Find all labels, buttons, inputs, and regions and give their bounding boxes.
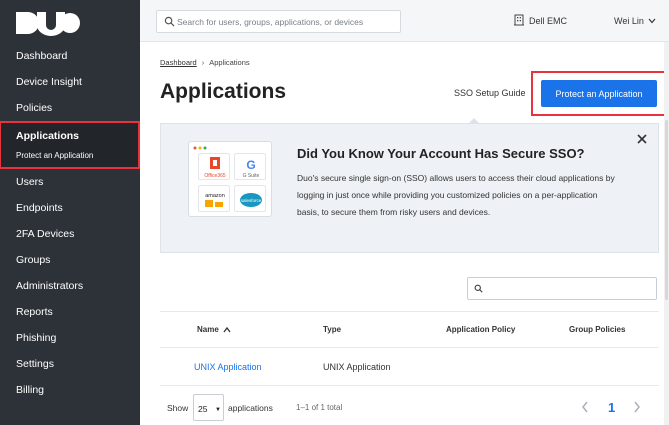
protect-application-button[interactable]: Protect an Application [541, 80, 657, 107]
chevron-right-icon[interactable] [633, 401, 641, 413]
column-header-group-policies[interactable]: Group Policies [569, 325, 625, 334]
table-search-input[interactable] [467, 277, 657, 300]
duo-logo[interactable] [14, 10, 80, 36]
pagination-current-page[interactable]: 1 [608, 400, 615, 415]
breadcrumb-dashboard-link[interactable]: Dashboard [160, 58, 197, 67]
sidebar-item-phishing[interactable]: Phishing [0, 325, 140, 351]
sidebar-item-device-insight[interactable]: Device Insight [0, 69, 140, 95]
svg-text:G Suite: G Suite [243, 173, 260, 179]
window-dots-icon [193, 146, 207, 150]
sidebar-nav: Dashboard Device Insight Policies Applic… [0, 43, 140, 403]
sidebar: Dashboard Device Insight Policies Applic… [0, 0, 140, 425]
amazon-tile: amazon [198, 185, 230, 212]
banner-title: Did You Know Your Account Has Secure SSO… [297, 146, 585, 161]
applications-label: applications [228, 403, 273, 413]
protect-button-highlight: Protect an Application [531, 71, 666, 116]
sidebar-item-administrators[interactable]: Administrators [0, 273, 140, 299]
office365-icon: Office365 [204, 157, 226, 179]
table-divider [160, 385, 659, 386]
caret-down-icon: ▼ [215, 407, 221, 413]
close-icon[interactable] [636, 133, 648, 145]
sidebar-subitem-protect-application[interactable]: Protect an Application [1, 149, 138, 167]
column-header-type[interactable]: Type [323, 325, 341, 334]
table-divider [160, 347, 659, 348]
column-header-application-policy[interactable]: Application Policy [446, 325, 515, 334]
sidebar-item-groups[interactable]: Groups [0, 247, 140, 273]
google-icon: G G Suite [243, 158, 260, 179]
sidebar-item-users[interactable]: Users [0, 169, 140, 195]
application-type: UNIX Application [323, 362, 391, 372]
sidebar-item-billing[interactable]: Billing [0, 377, 140, 403]
sidebar-item-settings[interactable]: Settings [0, 351, 140, 377]
chevron-left-icon[interactable] [581, 401, 589, 413]
table-divider [160, 311, 659, 312]
gsuite-tile: G G Suite [234, 153, 266, 180]
svg-text:amazon: amazon [205, 193, 225, 199]
sidebar-item-2fa-devices[interactable]: 2FA Devices [0, 221, 140, 247]
search-icon [474, 284, 483, 293]
sidebar-item-dashboard[interactable]: Dashboard [0, 43, 140, 69]
svg-text:G: G [246, 158, 255, 172]
breadcrumb-separator-icon: › [201, 58, 205, 67]
sso-setup-guide-link[interactable]: SSO Setup Guide [454, 88, 526, 98]
org-name[interactable]: Dell EMC [529, 16, 567, 26]
banner-description: Duo's secure single sign-on (SSO) allows… [297, 173, 615, 217]
sidebar-group-applications-highlight: Applications Protect an Application [0, 121, 140, 169]
breadcrumb: Dashboard › Applications [160, 58, 250, 67]
sso-illustration: Office365 G G Suite amazon salesforce [188, 141, 272, 217]
sidebar-item-reports[interactable]: Reports [0, 299, 140, 325]
top-bar: Dell EMC Wei Lin [140, 0, 669, 42]
show-label: Show [167, 403, 189, 413]
global-search-input[interactable] [177, 14, 395, 29]
page-size-value: 25 [198, 404, 208, 414]
page-size-select[interactable]: 25 ▼ [193, 394, 224, 421]
sidebar-item-endpoints[interactable]: Endpoints [0, 195, 140, 221]
salesforce-cloud-icon: salesforce [240, 193, 262, 207]
office365-tile: Office365 [198, 153, 230, 180]
building-icon [514, 14, 524, 26]
user-menu[interactable]: Wei Lin [614, 16, 644, 26]
svg-text:Office365: Office365 [204, 173, 226, 179]
search-icon [164, 16, 175, 27]
page-scrollbar-thumb[interactable] [665, 120, 668, 300]
chevron-down-icon[interactable] [648, 18, 656, 24]
sidebar-item-policies[interactable]: Policies [0, 95, 140, 121]
breadcrumb-current: Applications [209, 58, 250, 67]
application-name-link[interactable]: UNIX Application [194, 362, 262, 372]
result-range: 1–1 of 1 total [296, 403, 343, 412]
page-title: Applications [160, 80, 287, 103]
salesforce-tile: salesforce [234, 185, 266, 212]
global-search[interactable] [156, 10, 401, 33]
sidebar-item-applications[interactable]: Applications [1, 123, 138, 149]
svg-text:salesforce: salesforce [241, 198, 262, 203]
sort-ascending-icon[interactable] [223, 326, 231, 333]
amazon-icon: amazon [205, 193, 225, 207]
column-header-name[interactable]: Name [197, 325, 219, 334]
